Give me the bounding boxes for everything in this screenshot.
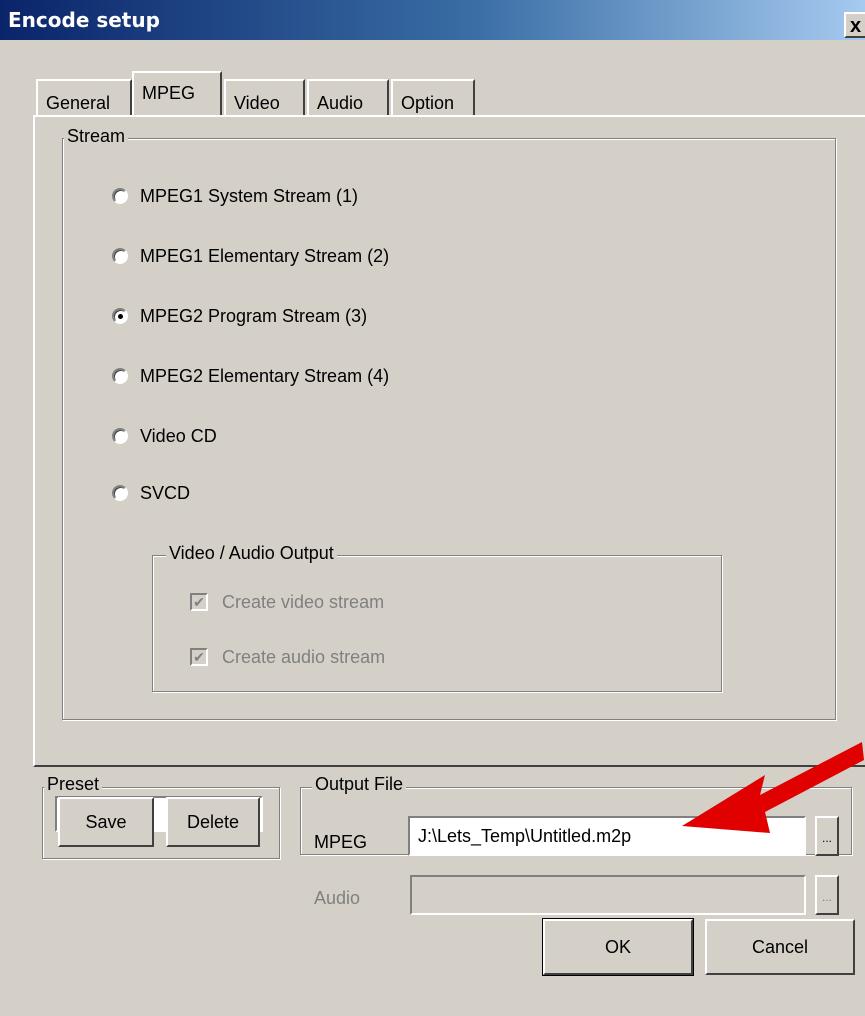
tab-label: MPEG: [142, 83, 196, 103]
tab-mpeg[interactable]: MPEG: [132, 71, 222, 115]
arrow-head-icon: [682, 742, 864, 833]
annotation-arrow: [682, 742, 864, 833]
